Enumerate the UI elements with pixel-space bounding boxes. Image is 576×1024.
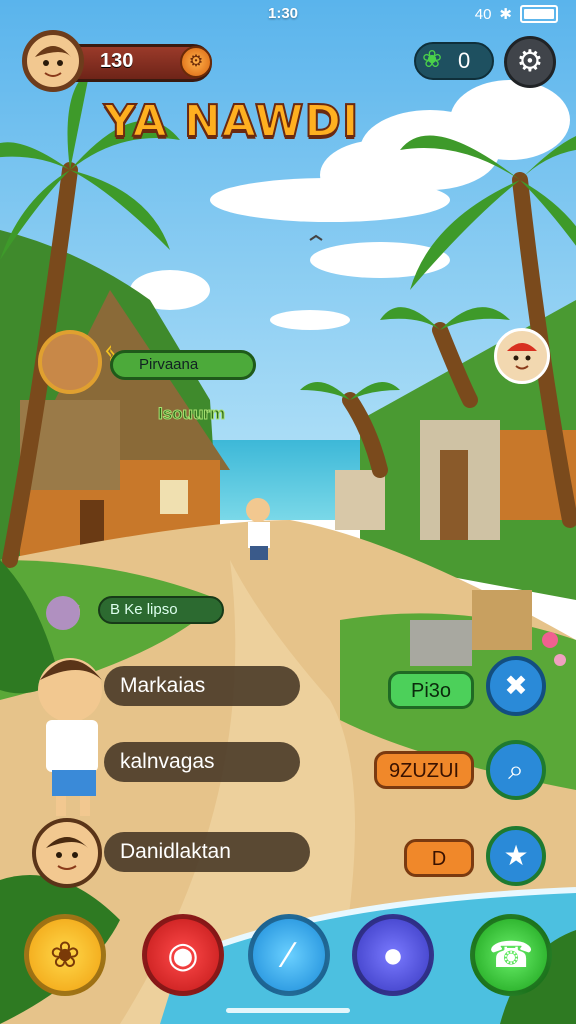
friend-avatar[interactable] [32,818,102,888]
battery-icon [520,5,558,23]
favorites-button[interactable]: ★ [486,826,546,886]
quest-mid-icon: B [110,601,121,618]
coin-icon: ⚙ [180,46,212,78]
npc-avatar-monkey[interactable] [38,330,102,394]
npc-avatar-small [46,596,80,630]
bluetooth-icon: ✱ [499,6,512,23]
npc-avatar-right[interactable] [494,328,550,384]
game-title: YA NAWDI [103,95,360,148]
player-avatar[interactable] [22,30,84,92]
gear-icon: ⚙ [516,45,544,78]
bone-icon: ❀ [49,934,81,975]
coin-value: 130 [100,50,134,72]
tools-button[interactable]: ✖ [486,656,546,716]
menu-item-2[interactable]: kalnvagas [104,742,300,782]
settings-button[interactable]: ⚙ [504,36,556,88]
home-indicator[interactable] [226,1008,350,1013]
phone-icon: ☎ [488,934,534,975]
quest-label-mid[interactable]: B Ke lipso [98,596,224,624]
chat-button[interactable]: ● [352,914,434,996]
chat-icon: ● [382,934,404,975]
quest-label-top[interactable]: Pirvaana [110,350,256,380]
phone-button[interactable]: ☎ [470,914,552,996]
status-time: 1:30 [268,5,299,22]
house-sign: Isouurm [157,404,226,424]
edit-icon: ∕ [285,934,292,975]
npc-face-icon [507,343,537,370]
status-bar: 1:30 40 ✱ [0,0,576,28]
search-button[interactable]: ⌕ [486,740,546,800]
status-icons: 40 ✱ [475,5,558,23]
menu-item-3[interactable]: Danidlaktan [104,832,310,872]
gem-value: 0 [458,48,471,73]
gem-icon: ❀ [422,46,443,73]
edit-button[interactable]: ∕ [248,914,330,996]
crossed-tools-icon: ✖ [504,670,528,701]
signal-icon: 40 [474,5,492,23]
menu-item-1[interactable]: Markaias [104,666,300,706]
camera-button[interactable]: ◉ [142,914,224,996]
reward-pill-2[interactable]: 9ZUZUI [374,751,474,789]
camera-icon: ◉ [167,934,199,975]
search-icon: ⌕ [508,754,524,785]
reward-pill-3[interactable]: D [404,839,474,877]
quest-mid-label: Ke lipso [124,601,178,618]
star-icon: ★ [503,840,529,871]
pets-button[interactable]: ❀ [24,914,106,996]
friend-face-icon [46,837,88,870]
reward-pill-1[interactable]: Pi3o [388,671,474,709]
face-icon [35,46,71,77]
